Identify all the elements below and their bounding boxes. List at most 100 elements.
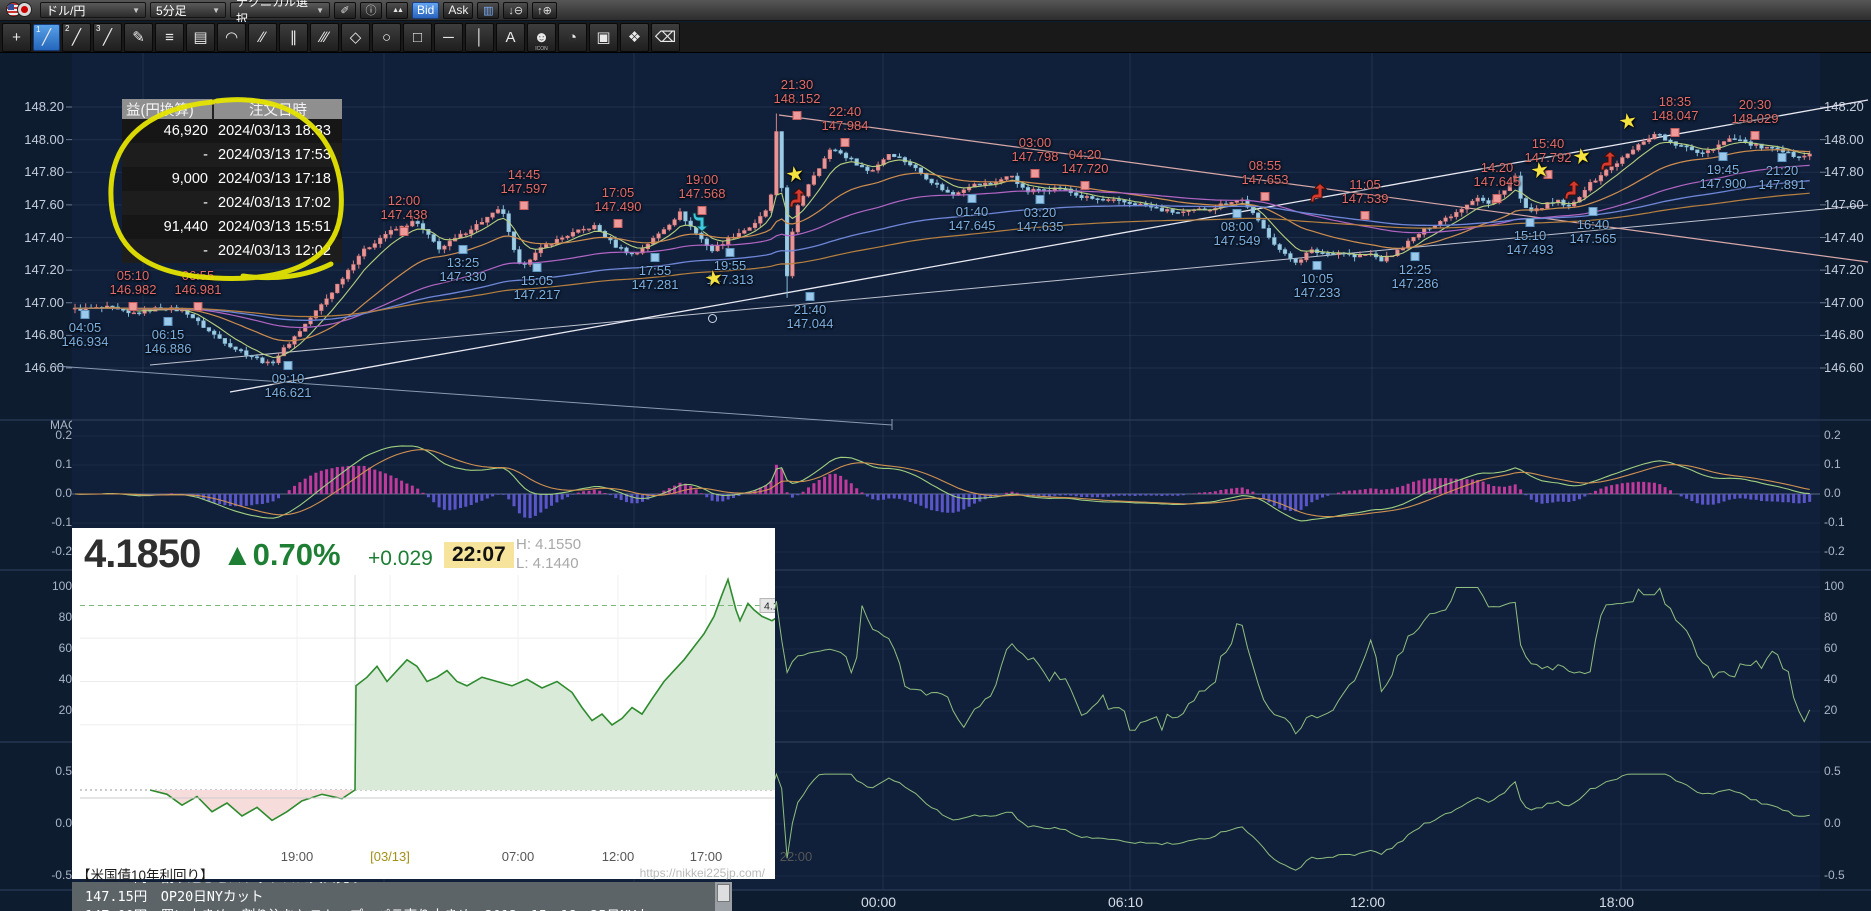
tool-text-button[interactable]: A xyxy=(496,23,525,52)
icon-stamp-icon: ☻ xyxy=(534,29,550,46)
trade-table-row[interactable]: 91,4402024/03/13 15:51 xyxy=(122,215,342,239)
tool-gann-fan-button[interactable]: ∕∕∕ xyxy=(310,23,339,52)
trade-annotation: 19:00147.568 xyxy=(679,173,726,201)
yield-x-label: [03/13] xyxy=(360,849,420,864)
yield-chart-window: 4.1850 ▲0.70% +0.029 22:07 H: 4.1550 L: … xyxy=(72,528,775,879)
area-chart-button[interactable]: ▲▲ xyxy=(386,2,408,19)
tool-icon-stamp[interactable]: ☻ICON xyxy=(527,23,556,52)
trade-annotation: 19:45147.900 xyxy=(1700,163,1747,191)
pair-select-value: ドル/円 xyxy=(46,2,85,19)
trade-table-row[interactable]: -2024/03/13 17:53 xyxy=(122,143,342,167)
candle-chart-button[interactable]: ▥ xyxy=(477,2,499,19)
tool-trendline-2-button[interactable]: ╱2 xyxy=(62,23,91,52)
tool-eraser-button[interactable]: ⌫ xyxy=(651,23,680,52)
trade-datetime: 2024/03/13 17:53 xyxy=(208,147,342,163)
trade-marker-blue xyxy=(1233,209,1242,218)
news-panel[interactable]: 147.20円 割り込むとストップロス大口売り147.15円 OP20日NYカッ… xyxy=(72,882,732,911)
bid-button[interactable]: Bid xyxy=(412,2,439,19)
news-panel-scrollbar[interactable] xyxy=(715,882,732,911)
tool-clock-button[interactable]: ◔ xyxy=(558,23,587,52)
trade-marker-blue xyxy=(164,317,173,326)
trade-marker-red xyxy=(1751,131,1760,140)
timeframe-select[interactable]: 5分足 ▼ xyxy=(150,2,226,18)
trade-annotation: 15:05147.217 xyxy=(514,274,561,302)
tool-h-lines-3-button[interactable]: ≡ xyxy=(155,23,184,52)
eraser-icon: ⌫ xyxy=(655,28,676,46)
trade-profit: 91,440 xyxy=(122,219,208,235)
pair-select[interactable]: ドル/円 ▼ xyxy=(40,2,146,18)
yield-price: 4.1850 xyxy=(84,532,200,577)
trade-annotation: 15:10147.493 xyxy=(1507,229,1554,257)
yield-x-label: 19:00 xyxy=(267,849,327,864)
tool-v-line-button[interactable]: │ xyxy=(465,23,494,52)
tool-crosshair-button[interactable]: + xyxy=(2,23,31,52)
zoom-in-button[interactable]: ↑⊕ xyxy=(532,2,557,19)
trade-profit: - xyxy=(122,195,208,211)
star-icon: ★ xyxy=(1571,143,1594,171)
v-line-icon: │ xyxy=(475,29,484,46)
yield-x-label: 07:00 xyxy=(488,849,548,864)
zoom-out-button[interactable]: ↓⊖ xyxy=(503,2,528,19)
yield-change-percent: ▲0.70% xyxy=(222,537,341,573)
trade-marker-blue xyxy=(968,194,977,203)
yield-x-label: 22:00 xyxy=(766,849,826,864)
trendline-1-icon: ╱ xyxy=(42,28,51,46)
tool-h-lines-4-button[interactable]: ▤ xyxy=(186,23,215,52)
star-icon: ★ xyxy=(784,161,807,189)
trade-table-header: 益(円換算)注文日時 xyxy=(122,99,342,119)
tool-fib-arc-button[interactable]: ◠ xyxy=(217,23,246,52)
candle-chart-icon: ▥ xyxy=(483,4,493,17)
tool-rectangle-button[interactable]: □ xyxy=(403,23,432,52)
trade-annotation: 03:20147.635 xyxy=(1017,206,1064,234)
trade-table-row[interactable]: 9,0002024/03/13 17:18 xyxy=(122,167,342,191)
info-button[interactable]: ⓘ xyxy=(360,2,382,19)
trade-marker-red xyxy=(129,302,138,311)
trade-marker-red xyxy=(1031,169,1040,178)
yield-quote-time: 22:07 xyxy=(444,542,514,568)
trade-marker-red xyxy=(400,227,409,236)
trade-marker-red xyxy=(1361,211,1370,220)
tool-copy-button[interactable]: ▣ xyxy=(589,23,618,52)
trade-annotation: 09:10146.621 xyxy=(265,372,312,400)
trade-table-row[interactable]: -2024/03/13 17:02 xyxy=(122,191,342,215)
trade-marker-blue xyxy=(806,292,815,301)
tool-v-lines-button[interactable]: ∥ xyxy=(279,23,308,52)
tool-hand-button[interactable]: ❖ xyxy=(620,23,649,52)
tool-ellipse-button[interactable]: ○ xyxy=(372,23,401,52)
trade-datetime: 2024/03/13 12:02 xyxy=(208,243,342,259)
draw-pencil-button[interactable]: ✐ xyxy=(334,2,356,19)
star-icon: ★ xyxy=(1617,108,1640,136)
chevron-down-icon: ▼ xyxy=(212,6,220,15)
yield-x-label: 12:00 xyxy=(588,849,648,864)
star-icon: ★ xyxy=(1529,157,1552,185)
trade-marker-blue xyxy=(1589,207,1598,216)
trade-datetime: 2024/03/13 17:18 xyxy=(208,171,342,187)
tool-trendline-3-button[interactable]: ╱3 xyxy=(93,23,122,52)
trade-annotation: 08:00147.549 xyxy=(1214,220,1261,248)
clock-icon: ◔ xyxy=(568,29,577,46)
trade-annotation: 17:55147.281 xyxy=(632,264,679,292)
trade-datetime: 2024/03/13 18:33 xyxy=(208,123,342,139)
news-row[interactable]: 147.00円 買い大きめ 割り込むとストップ パラ売り大きめ 2012、15、… xyxy=(85,907,732,911)
mountain-icon: ▲▲ xyxy=(392,7,402,14)
tool-h-line-button[interactable]: ─ xyxy=(434,23,463,52)
svg-text:4.1850: 4.1850 xyxy=(764,601,775,613)
zoom-out-icon: ↓⊖ xyxy=(508,4,523,17)
trade-annotation: 14:20147.645 xyxy=(1474,161,1521,189)
trade-marker-red xyxy=(520,201,529,210)
trade-annotation: 11:05147.539 xyxy=(1342,178,1389,206)
trade-table-row[interactable]: -2024/03/13 12:02 xyxy=(122,239,342,263)
tool-ruler-button[interactable]: ✎ xyxy=(124,23,153,52)
scrollbar-thumb[interactable] xyxy=(717,884,730,902)
tool-polygon-button[interactable]: ◇ xyxy=(341,23,370,52)
news-row[interactable]: 147.15円 OP20日NYカット xyxy=(85,888,732,907)
ask-button[interactable]: Ask xyxy=(443,2,473,19)
tool-fan-lines-button[interactable]: ∕∕ xyxy=(248,23,277,52)
trade-table-row[interactable]: 46,9202024/03/13 18:33 xyxy=(122,119,342,143)
tool-trendline-1-button[interactable]: ╱1 xyxy=(33,24,60,51)
zoom-in-icon: ↑⊕ xyxy=(537,4,552,17)
trade-annotation: 20:30148.029 xyxy=(1732,98,1779,126)
ask-label: Ask xyxy=(448,3,468,17)
trade-annotation: 21:30148.152 xyxy=(774,78,821,106)
technical-select-button[interactable]: テクニカル選択 ▼ xyxy=(230,2,330,18)
